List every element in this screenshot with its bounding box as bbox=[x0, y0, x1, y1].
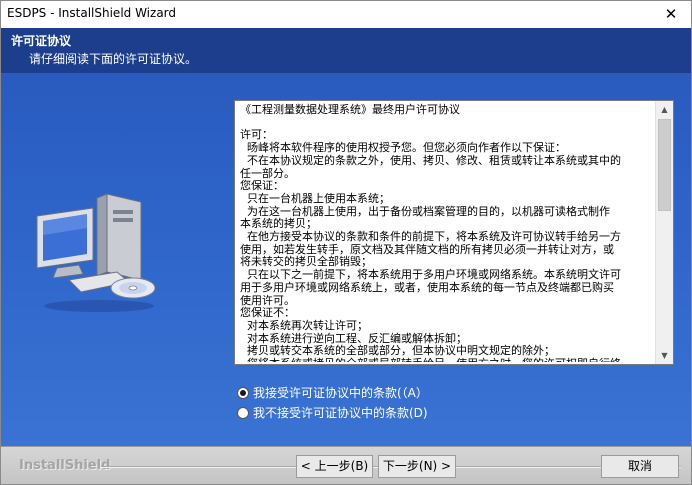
license-line: 任一部分。 bbox=[240, 166, 295, 180]
header-subtitle: 请仔细阅读下面的许可证协议。 bbox=[29, 52, 198, 66]
accept-label[interactable]: 我接受许可证协议中的条款(（A） bbox=[253, 384, 428, 401]
license-text: 《工程测量数据处理系统》最终用户许可协议 许可： 旸峰将本软件程序的使用权授予您… bbox=[237, 103, 654, 362]
license-line: 您将本系统或拷贝的全部或局部转手给另一使用方之时，您的许可权即自行终 bbox=[240, 357, 651, 362]
close-icon[interactable]: ✕ bbox=[661, 4, 681, 24]
accept-option[interactable]: 我接受许可证协议中的条款(（A） bbox=[237, 384, 428, 401]
header-title: 许可证协议 bbox=[11, 34, 72, 48]
license-line: 对本系统再次转让许可； bbox=[240, 318, 368, 332]
scroll-up-arrow-icon[interactable]: ▲ bbox=[656, 101, 673, 118]
installer-window: ESDPS - InstallShield Wizard ✕ 许可证协议 请仔细… bbox=[0, 0, 692, 485]
window-title: ESDPS - InstallShield Wizard bbox=[7, 6, 177, 20]
decline-radio[interactable] bbox=[237, 406, 249, 419]
wizard-header: 许可证协议 请仔细阅读下面的许可证协议。 bbox=[1, 28, 691, 73]
scrollbar-thumb[interactable] bbox=[658, 119, 671, 211]
back-button[interactable]: < 上一步(B) bbox=[296, 455, 373, 478]
license-line: 用于多用户环境或网络系统上，或者，使用本系统的每一节点及终端都已购买 bbox=[240, 280, 614, 294]
license-line: 只在以下之一前提下，将本系统用于多用户环境或网络系统。本系统明文许可 bbox=[240, 268, 621, 282]
scroll-down-arrow-icon[interactable]: ▼ bbox=[656, 347, 673, 364]
license-line: 《工程测量数据处理系统》最终用户许可协议 bbox=[240, 103, 460, 116]
license-text-box[interactable]: 《工程测量数据处理系统》最终用户许可协议 许可： 旸峰将本软件程序的使用权授予您… bbox=[234, 100, 674, 365]
license-line: 使用许可。 bbox=[240, 293, 295, 307]
decline-label[interactable]: 我不接受许可证协议中的条款(D) bbox=[253, 404, 428, 421]
decline-option[interactable]: 我不接受许可证协议中的条款(D) bbox=[237, 404, 428, 421]
license-line: 不在本协议规定的条款之外，使用、拷贝、修改、租赁或转让本系统或其中的 bbox=[240, 153, 621, 167]
title-bar: ESDPS - InstallShield Wizard ✕ bbox=[1, 1, 691, 28]
wizard-body: 《工程测量数据处理系统》最终用户许可协议 许可： 旸峰将本软件程序的使用权授予您… bbox=[1, 73, 691, 446]
computer-with-cd-icon bbox=[36, 193, 156, 312]
license-line bbox=[240, 117, 651, 130]
license-line: 只在一台机器上使用本系统； bbox=[240, 191, 390, 205]
license-line: 旸峰将本软件程序的使用权授予您。但您必须向作者作以下保证： bbox=[240, 141, 566, 155]
installshield-logo: InstallShield bbox=[19, 458, 111, 473]
accept-radio[interactable] bbox=[237, 386, 249, 399]
license-line: 在他方接受本协议的条款和条件的前提下，将本系统及许可协议转手给另一方 bbox=[240, 230, 621, 244]
wizard-footer: InstallShield < 上一步(B) 下一步(N) > 取消 bbox=[1, 446, 691, 484]
cancel-button[interactable]: 取消 bbox=[601, 455, 679, 478]
next-button[interactable]: 下一步(N) > bbox=[378, 455, 456, 478]
vertical-scrollbar[interactable]: ▲ ▼ bbox=[655, 101, 673, 364]
